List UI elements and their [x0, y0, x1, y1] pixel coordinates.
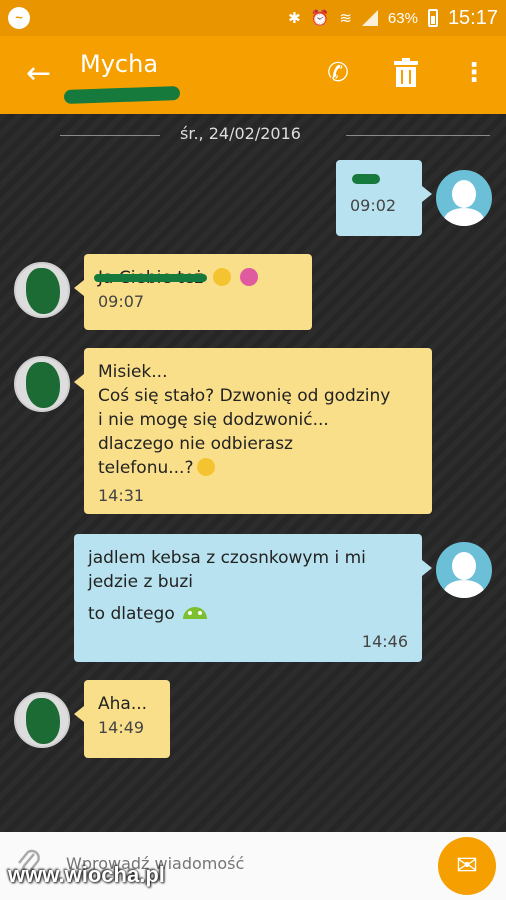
avatar-photo	[26, 362, 60, 408]
bluetooth-icon: ✱	[288, 10, 301, 27]
send-button[interactable]: ✉	[438, 837, 496, 895]
message-time: 14:31	[98, 486, 145, 505]
date-label: śr., 24/02/2016	[180, 124, 301, 143]
call-icon[interactable]: ✆	[322, 58, 354, 88]
conversation-area[interactable]: śr., 24/02/2016 09:02 Ja Ciebie też 09:0…	[0, 114, 506, 832]
message-line: to dlatego	[88, 604, 175, 624]
status-bar: ~ ✱ ⏰ ≋ 63% 15:17	[0, 0, 506, 36]
emoji-icon	[212, 268, 231, 286]
my-avatar[interactable]	[436, 170, 492, 226]
android-emoticon-icon	[182, 607, 207, 619]
message-time: 09:02	[350, 196, 397, 215]
message-line-with-icon: to dlatego	[88, 602, 408, 626]
contact-avatar[interactable]	[14, 692, 70, 748]
avatar-photo	[26, 698, 60, 744]
worried-emoji-icon	[197, 458, 216, 476]
message-line: Coś się stało? Dzwonię od godziny	[98, 386, 391, 406]
wifi-icon: ≋	[339, 10, 352, 27]
send-mail-icon: ✉	[456, 851, 478, 881]
contact-avatar[interactable]	[14, 356, 70, 412]
message-time: 14:46	[361, 632, 408, 651]
message-bubble-outgoing[interactable]: 09:02	[336, 160, 422, 236]
message-bubble-incoming[interactable]: Ja Ciebie też 09:07	[84, 254, 312, 330]
watermark: www.wiocha.pl	[8, 862, 165, 887]
avatar-photo	[26, 268, 60, 314]
message-time: 09:07	[98, 292, 145, 311]
contact-avatar[interactable]	[14, 262, 70, 318]
bubble-tail	[422, 560, 432, 576]
message-bubble-incoming[interactable]: Misiek... Coś się stało? Dzwonię od godz…	[84, 348, 432, 514]
avatar-head	[452, 180, 476, 208]
redaction-scribble	[352, 174, 380, 184]
message-line: jedzie z buzi	[88, 572, 194, 592]
message-bubble-outgoing[interactable]: jadlem kebsa z czosnkowym i mi jedzie z …	[74, 534, 422, 662]
date-divider: śr., 24/02/2016	[0, 124, 506, 148]
avatar-body	[444, 580, 484, 598]
bubble-tail	[74, 706, 84, 722]
message-line: jadlem kebsa z czosnkowym i mi	[88, 548, 366, 568]
avatar-body	[444, 208, 484, 226]
redaction-scribble	[63, 85, 181, 105]
heart-icon	[240, 268, 259, 286]
delete-icon[interactable]	[390, 58, 422, 95]
back-arrow-icon[interactable]: ←	[26, 56, 51, 92]
message-text-redacted: Ja Ciebie też	[94, 266, 208, 290]
message-text: Aha...	[98, 694, 148, 714]
message-time: 14:49	[98, 718, 145, 737]
overflow-menu-icon[interactable]: ⋮	[458, 58, 490, 88]
message-line: i nie mogę się dodzwonić...	[98, 410, 329, 430]
message-line: dlaczego nie odbierasz	[98, 434, 293, 454]
alarm-icon: ⏰	[310, 10, 330, 27]
status-icons: ✱ ⏰ ≋ 63% 15:17	[288, 6, 498, 30]
battery-icon	[427, 9, 438, 27]
trash-icon	[394, 58, 418, 87]
my-avatar[interactable]	[436, 542, 492, 598]
app-bar: ← Mycha ✆ ⋮	[0, 36, 506, 114]
messenger-icon: ~	[8, 7, 30, 29]
bubble-tail	[74, 374, 84, 390]
bubble-tail	[74, 280, 84, 296]
contact-name[interactable]: Mycha	[80, 50, 158, 78]
divider-line	[60, 135, 160, 136]
message-bubble-incoming[interactable]: Aha... 14:49	[84, 680, 170, 758]
message-line: Misiek...	[98, 362, 168, 382]
message-line: telefonu...?	[98, 458, 194, 478]
divider-line	[346, 135, 490, 136]
message-line-with-emoji: telefonu...?	[98, 456, 418, 480]
bubble-tail	[422, 186, 432, 202]
status-time: 15:17	[447, 6, 498, 29]
battery-percent: 63%	[387, 9, 418, 27]
signal-icon	[361, 10, 378, 26]
avatar-head	[452, 552, 476, 580]
redaction-scribble	[94, 274, 208, 282]
